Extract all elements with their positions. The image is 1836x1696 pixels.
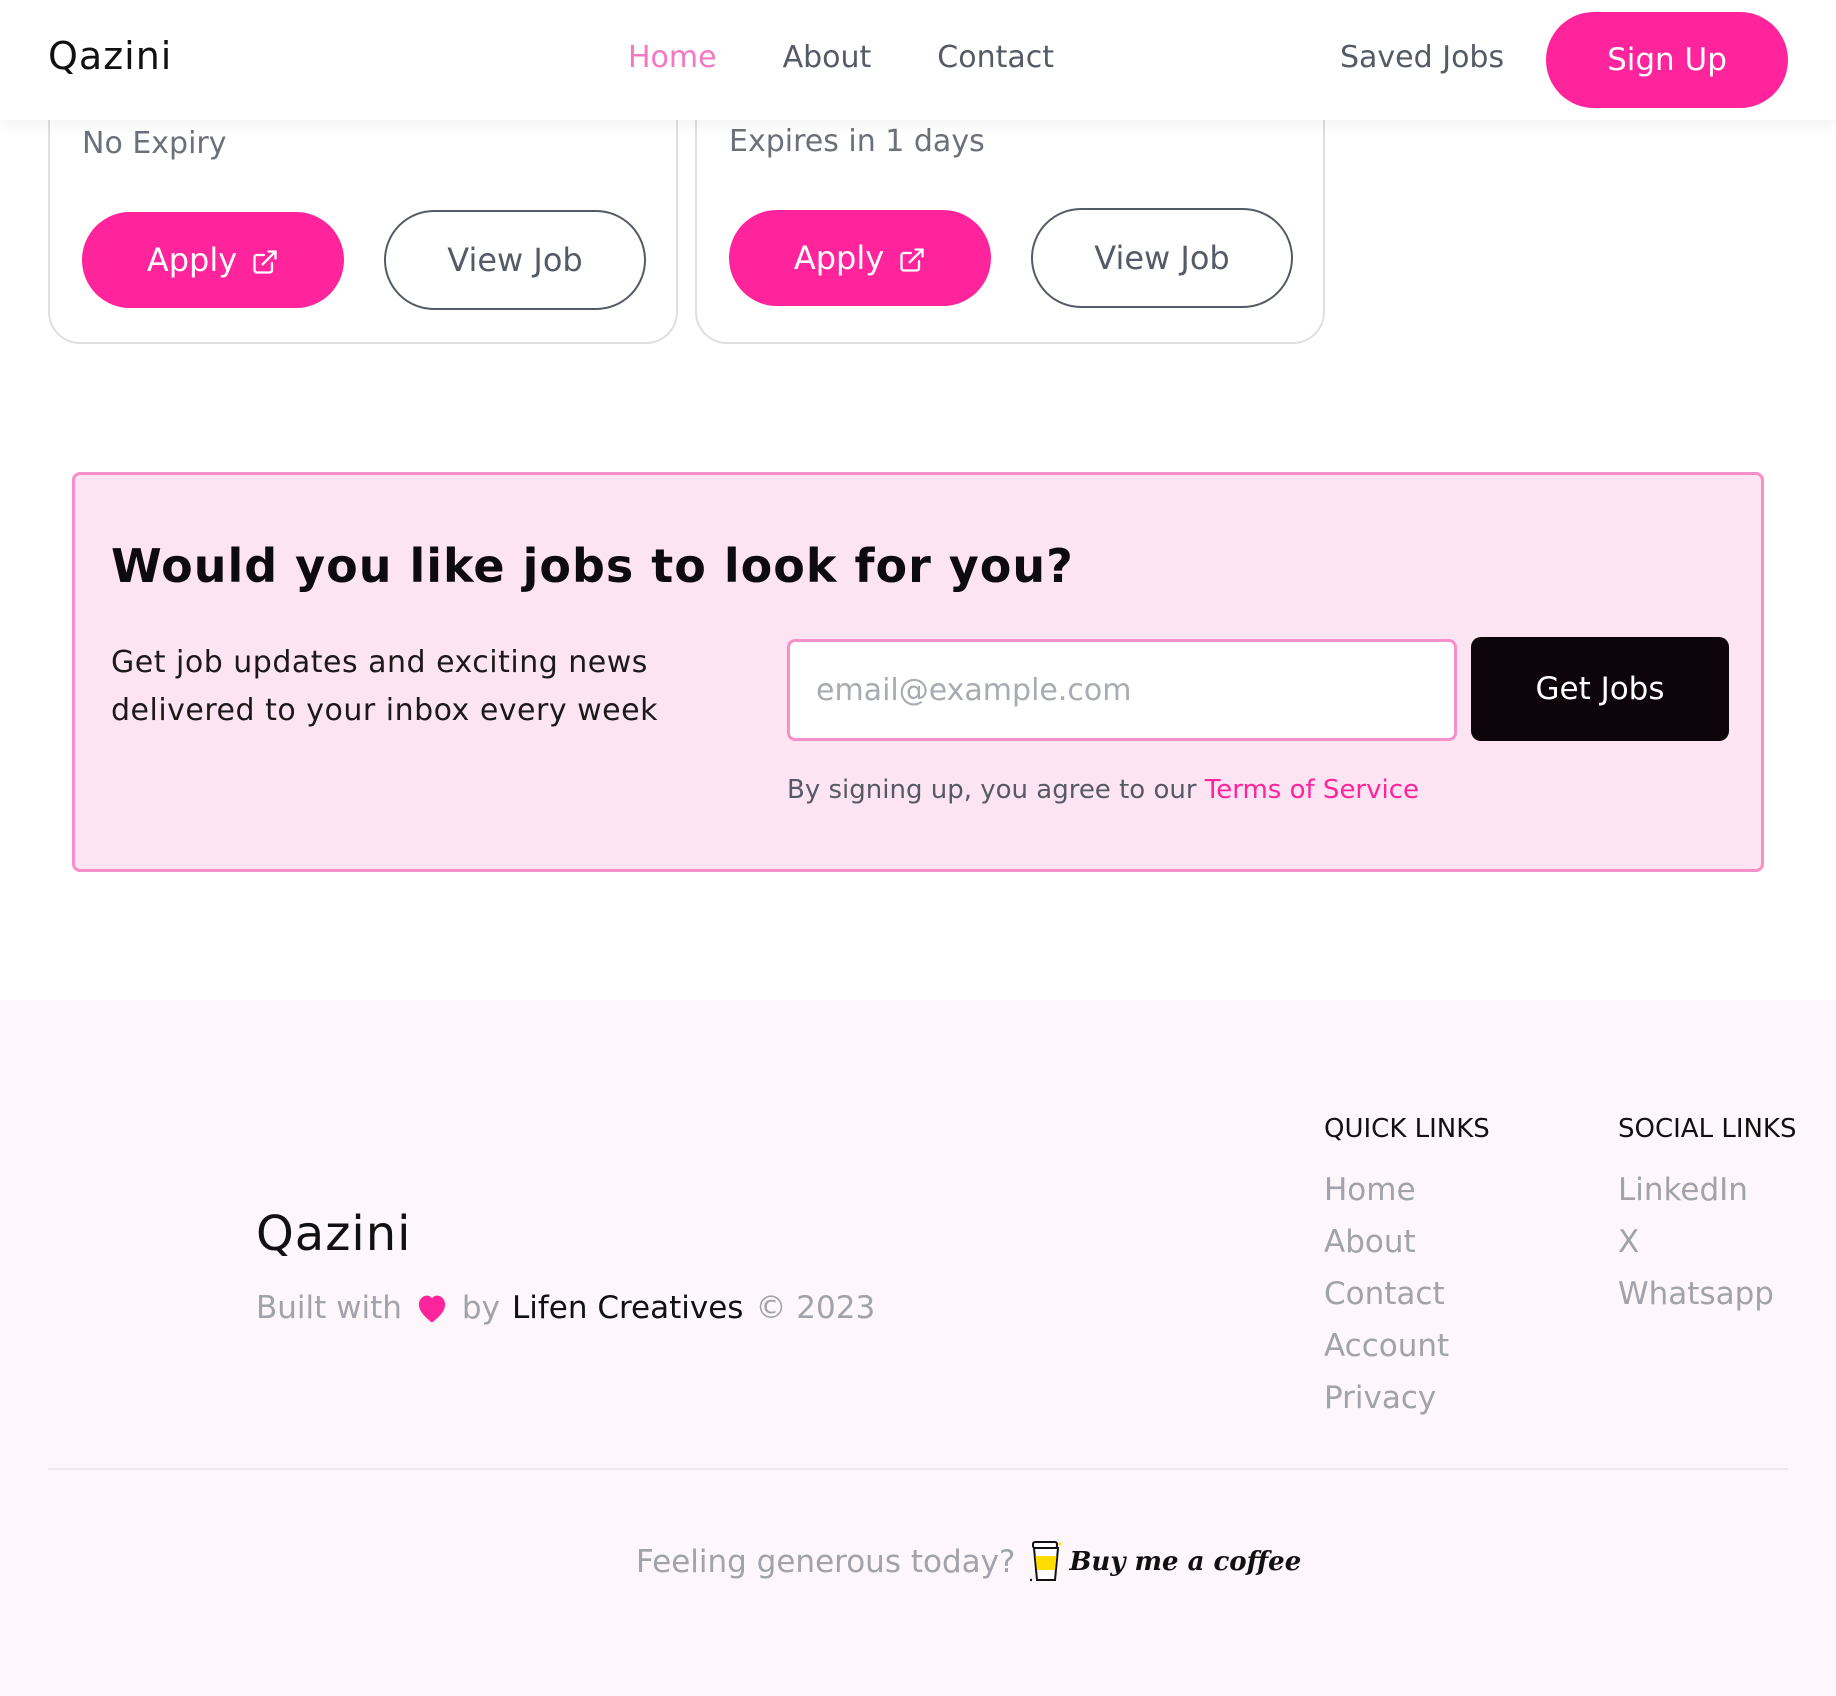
company-link[interactable]: Lifen Creatives xyxy=(512,1290,744,1326)
external-link-icon xyxy=(898,244,926,272)
job-expiry: Expires in 1 days xyxy=(729,124,985,159)
terms-of-service-link[interactable]: Terms of Service xyxy=(1205,775,1419,805)
footer-divider xyxy=(48,1468,1788,1470)
terms-prefix: By signing up, you agree to our xyxy=(787,775,1197,805)
generous-text: Feeling generous today? xyxy=(636,1544,1016,1580)
view-job-button[interactable]: View Job xyxy=(384,210,646,310)
social-link-linkedin[interactable]: LinkedIn xyxy=(1618,1172,1796,1208)
heart-icon xyxy=(414,1292,450,1324)
coffee-cup-icon xyxy=(1029,1540,1063,1584)
site-logo[interactable]: Qazini xyxy=(48,34,172,78)
email-input[interactable] xyxy=(787,639,1457,741)
footer-link-about[interactable]: About xyxy=(1324,1224,1490,1260)
social-link-x[interactable]: X xyxy=(1618,1224,1796,1260)
quick-links-title: QUICK LINKS xyxy=(1324,1114,1490,1144)
buy-me-a-coffee-link[interactable]: Buy me a coffee xyxy=(1029,1540,1301,1584)
get-jobs-button[interactable]: Get Jobs xyxy=(1471,637,1729,741)
social-links: SOCIAL LINKS LinkedIn X Whatsapp xyxy=(1618,1114,1796,1328)
main-nav: Home About Contact xyxy=(628,40,1054,75)
external-link-icon xyxy=(251,246,279,274)
footer: Qazini Built with by Lifen Creatives © 2… xyxy=(0,1000,1836,1696)
footer-link-home[interactable]: Home xyxy=(1324,1172,1490,1208)
saved-jobs-link[interactable]: Saved Jobs xyxy=(1340,40,1504,75)
nav-link-about[interactable]: About xyxy=(783,40,872,75)
built-with-label: Built with xyxy=(256,1290,402,1326)
copyright: © 2023 xyxy=(755,1290,876,1326)
footer-link-contact[interactable]: Contact xyxy=(1324,1276,1490,1312)
sign-up-button[interactable]: Sign Up xyxy=(1546,12,1788,108)
newsletter-signup: Would you like jobs to look for you? Get… xyxy=(72,472,1764,872)
quick-links: QUICK LINKS Home About Contact Account P… xyxy=(1324,1114,1490,1432)
apply-label: Apply xyxy=(146,241,238,279)
footer-link-account[interactable]: Account xyxy=(1324,1328,1490,1364)
apply-button[interactable]: Apply xyxy=(82,212,344,308)
social-links-title: SOCIAL LINKS xyxy=(1618,1114,1797,1144)
apply-button[interactable]: Apply xyxy=(729,210,991,306)
footer-logo[interactable]: Qazini xyxy=(256,1206,411,1262)
footer-link-privacy[interactable]: Privacy xyxy=(1324,1380,1490,1416)
social-link-whatsapp[interactable]: Whatsapp xyxy=(1618,1276,1796,1312)
nav-link-contact[interactable]: Contact xyxy=(937,40,1054,75)
by-label: by xyxy=(461,1290,500,1326)
apply-label: Apply xyxy=(793,239,885,277)
built-with-credit: Built with by Lifen Creatives © 2023 xyxy=(256,1290,875,1326)
nav-link-home[interactable]: Home xyxy=(628,40,717,75)
support-row: Feeling generous today? Buy me a coffee xyxy=(636,1540,1301,1584)
navbar: Qazini Home About Contact Saved Jobs Sig… xyxy=(0,0,1836,120)
newsletter-description: Get job updates and exciting news delive… xyxy=(111,645,658,728)
newsletter-title: Would you like jobs to look for you? xyxy=(111,539,1074,593)
view-job-button[interactable]: View Job xyxy=(1031,208,1293,308)
buy-me-a-coffee-label: Buy me a coffee xyxy=(1069,1547,1302,1577)
job-expiry: No Expiry xyxy=(82,126,227,161)
terms-notice: By signing up, you agree to our Terms of… xyxy=(787,775,1419,805)
